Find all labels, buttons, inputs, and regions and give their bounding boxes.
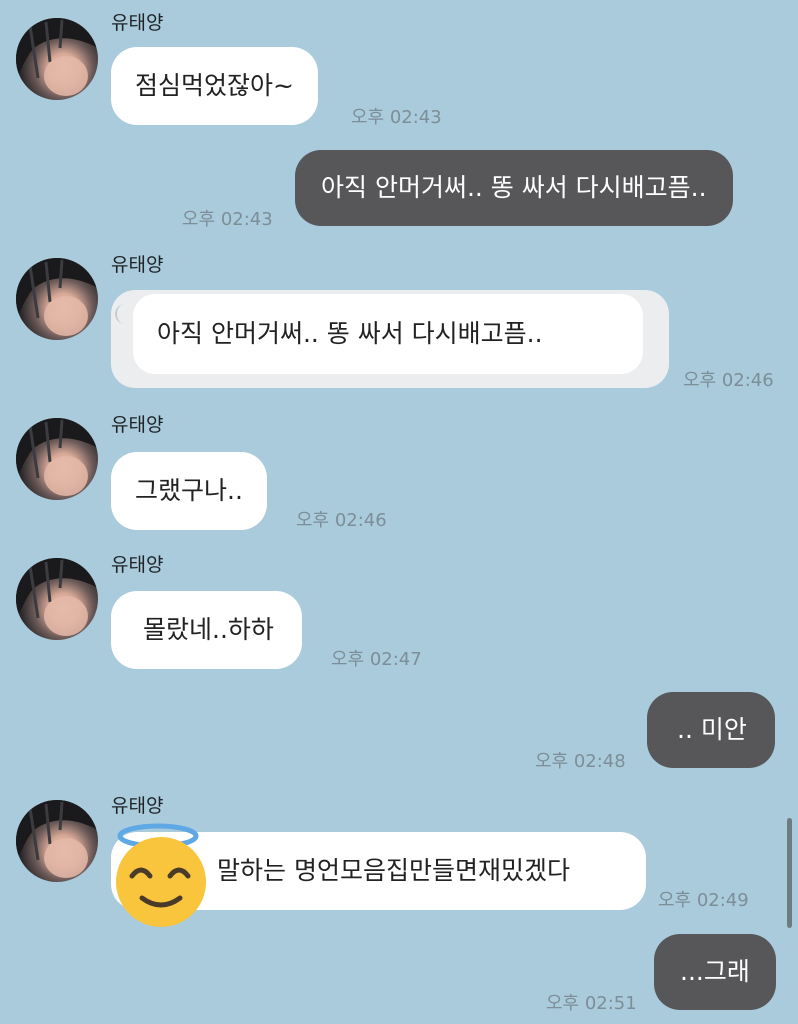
message-time: 오후 02:49 <box>658 890 749 911</box>
message-time: 오후 02:43 <box>351 107 442 128</box>
sender-name: 유태양 <box>111 12 164 34</box>
message-bubble[interactable]: ...그래 <box>654 934 776 1010</box>
reply-indicator <box>115 304 127 324</box>
sender-name: 유태양 <box>111 554 164 576</box>
sender-name: 유태양 <box>111 254 164 276</box>
reply-message-bubble[interactable]: 아직 안머거써.. 똥 싸서 다시배고픔.. <box>111 290 669 388</box>
avatar[interactable] <box>16 18 98 100</box>
message-time: 오후 02:43 <box>182 209 273 230</box>
message-time: 오후 02:47 <box>331 649 422 670</box>
sender-name: 유태양 <box>111 414 164 436</box>
scrollbar[interactable] <box>787 818 792 928</box>
message-bubble[interactable]: 점심먹었잖아~ <box>111 47 318 125</box>
message-bubble[interactable]: .. 미안 <box>647 692 775 768</box>
message-time: 오후 02:51 <box>546 993 637 1014</box>
quoted-message[interactable]: 아직 안머거써.. 똥 싸서 다시배고픔.. <box>133 294 643 374</box>
chat-area[interactable]: 유태양 점심먹었잖아~ 오후 02:43 아직 안머거써.. 똥 싸서 다시배고… <box>0 0 798 1024</box>
avatar[interactable] <box>16 558 98 640</box>
message-time: 오후 02:46 <box>683 370 774 391</box>
avatar[interactable] <box>16 258 98 340</box>
smiling-face-with-halo-icon <box>108 822 216 930</box>
avatar[interactable] <box>16 418 98 500</box>
avatar[interactable] <box>16 800 98 882</box>
message-bubble[interactable]: 그랬구나.. <box>111 452 267 530</box>
message-bubble[interactable]: 아직 안머거써.. 똥 싸서 다시배고픔.. <box>295 150 733 226</box>
message-time: 오후 02:48 <box>535 751 626 772</box>
message-time: 오후 02:46 <box>296 510 387 531</box>
message-bubble[interactable]: 몰랐네..하하 <box>111 591 302 669</box>
sender-name: 유태양 <box>111 795 164 817</box>
